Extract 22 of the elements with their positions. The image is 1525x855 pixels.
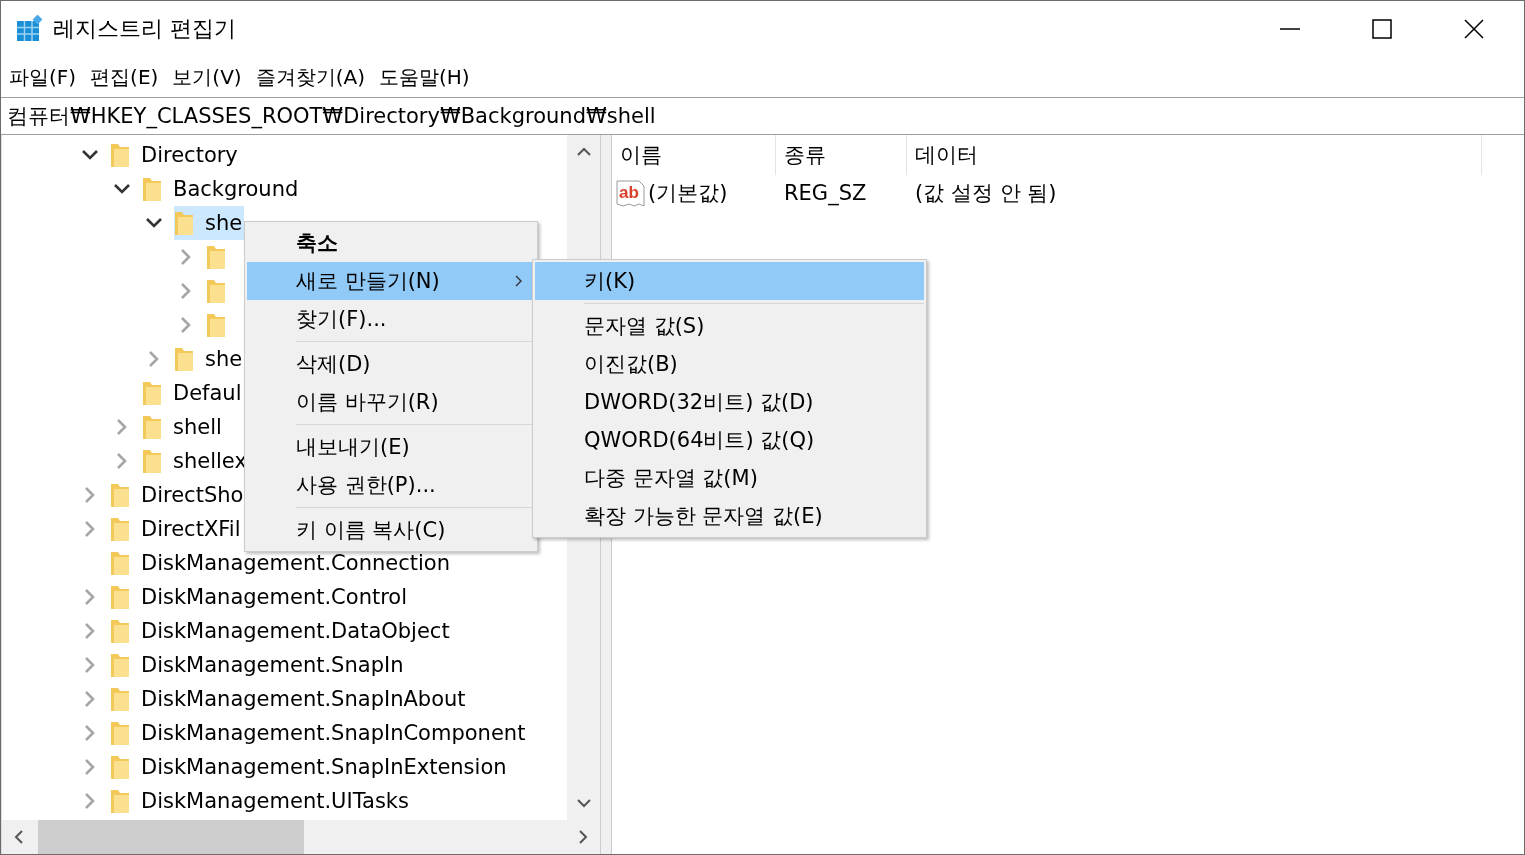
table-cell-text: (기본값) [648, 180, 728, 207]
tree-item-label: DiskManagement.UITasks [141, 789, 409, 813]
table-cell-text: REG_SZ [783, 181, 868, 205]
tree-item-label: DiskManagement.SnapIn [141, 653, 404, 677]
tree-item-label: DiskManagement.DataObject [141, 619, 450, 643]
tree-item-label: DiskManagement.SnapInAbout [141, 687, 466, 711]
tree-item-label: DiskManagement.SnapInComponent [141, 721, 526, 745]
string-value-icon: ab [616, 178, 646, 208]
window-title: 레지스트리 편집기 [53, 15, 236, 43]
tree-item-label: DiskManagement.SnapInExtension [141, 755, 507, 779]
tree-item-label: Defaul [173, 381, 242, 405]
tree-item-label: DirectXFil [141, 517, 241, 541]
tree-item-label: she [205, 211, 243, 235]
tree-item-label: DiskManagement.Control [141, 585, 408, 609]
tree-item-label: Directory [141, 143, 238, 167]
tree-item-label: shell [173, 415, 222, 439]
tree-item-label: DirectSho [141, 483, 244, 507]
tree-item-label: DiskManagement.Connection [141, 551, 450, 575]
tree-item-label: she [205, 347, 243, 371]
tree-item-label: shellex [173, 449, 247, 473]
tree-item-label: Background [173, 177, 299, 201]
table-cell-text: (값 설정 안 됨) [914, 180, 1058, 207]
